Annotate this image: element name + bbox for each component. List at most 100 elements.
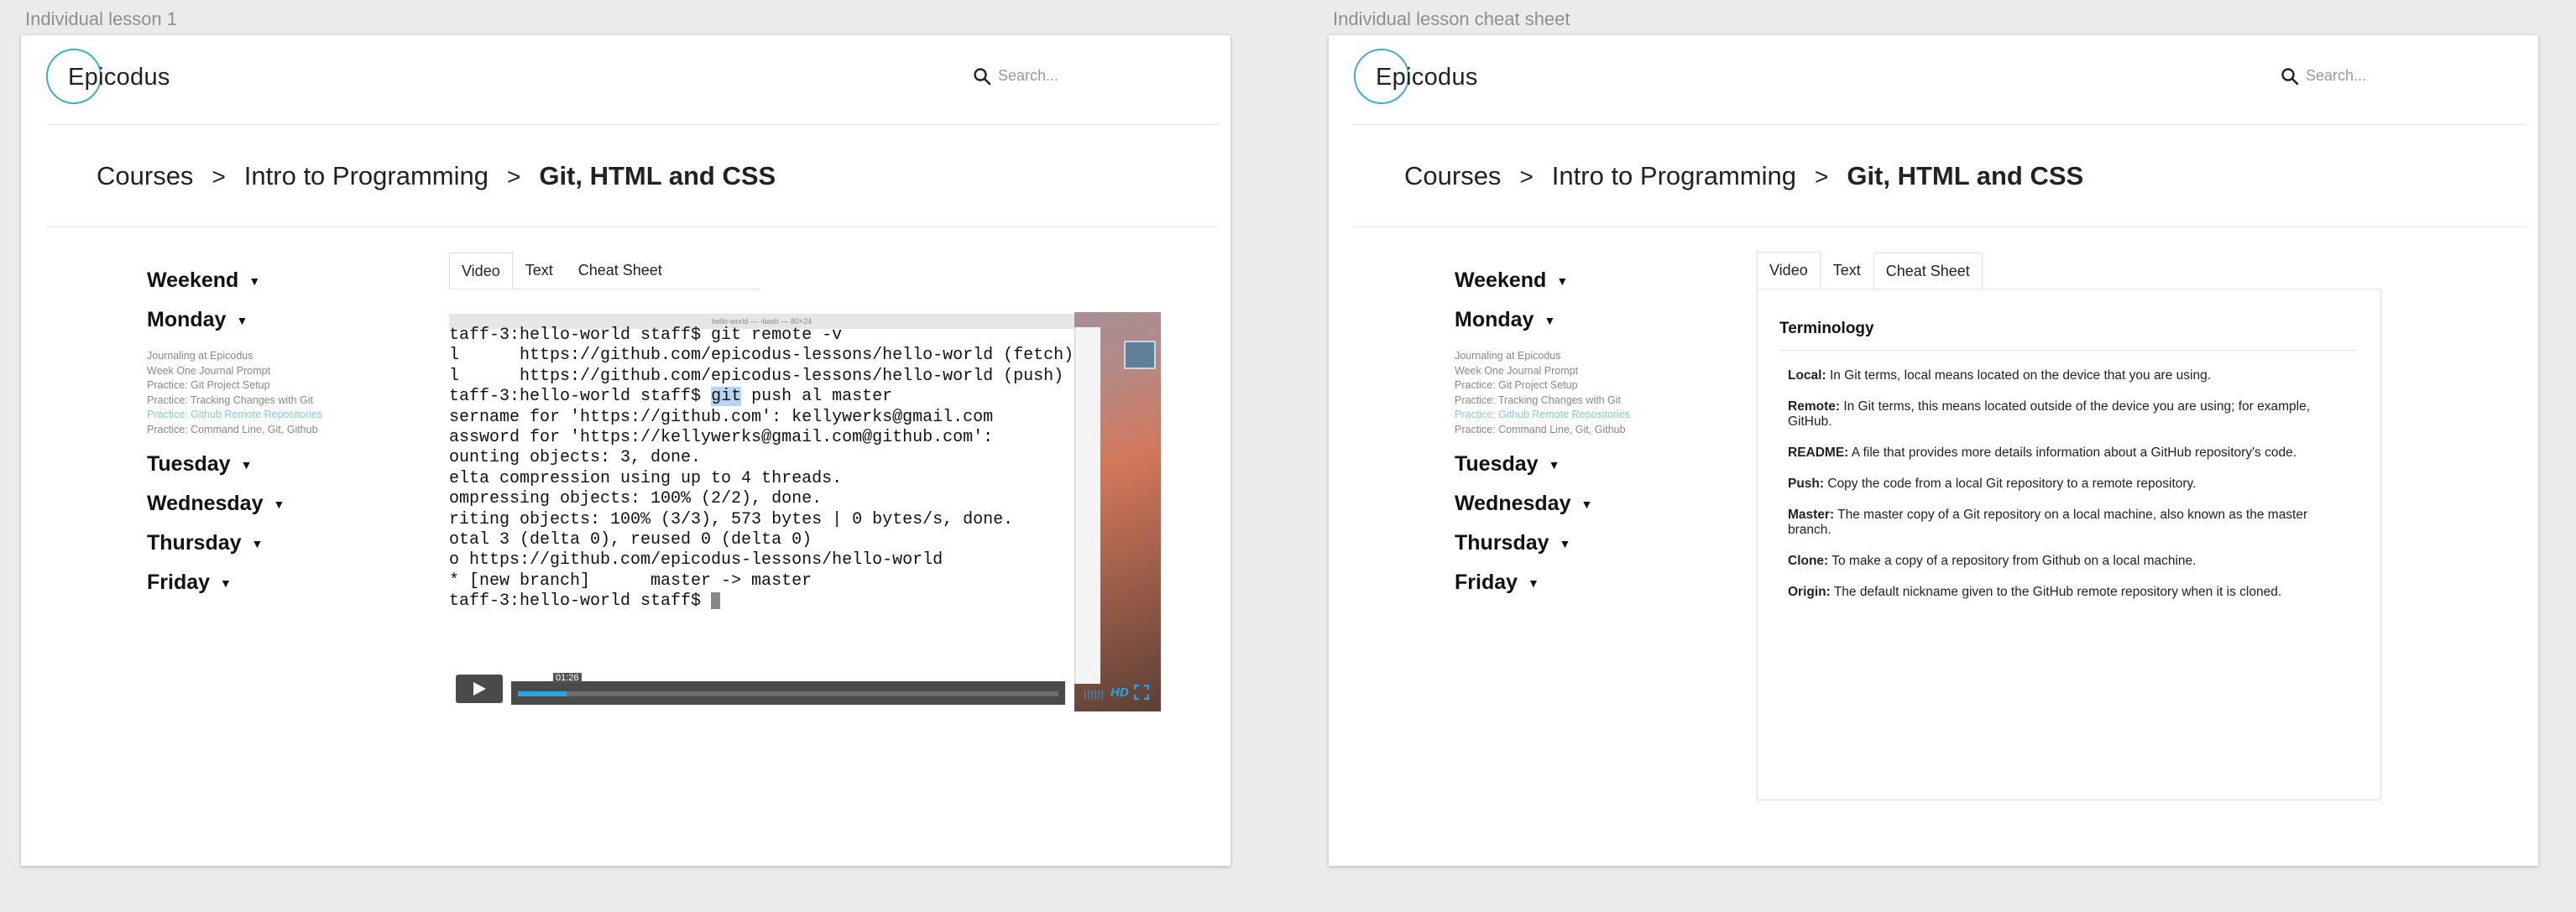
tab-video[interactable]: Video	[449, 253, 513, 289]
crumb-separator: >	[506, 164, 521, 190]
caret-down-icon: ▼	[273, 498, 285, 512]
lesson-link[interactable]: Journaling at Epicodus	[1455, 349, 1698, 364]
crumb-separator: >	[212, 164, 226, 190]
day-label: Friday	[1455, 571, 1518, 594]
crumb-courses[interactable]: Courses	[1404, 161, 1501, 190]
folder-icon	[1124, 341, 1156, 369]
day-label: Friday	[147, 571, 211, 594]
play-button[interactable]	[456, 675, 503, 703]
lesson-link-active[interactable]: Practice: Github Remote Repositories	[147, 408, 390, 423]
day-friday[interactable]: Friday ▼	[147, 565, 390, 605]
day-thursday[interactable]: Thursday ▼	[1455, 526, 1698, 565]
sidebar: Weekend ▼ Monday ▼ Journaling at Epicodus …	[147, 263, 390, 605]
tab-text[interactable]: Text	[512, 252, 566, 288]
sidebar: Weekend ▼ Monday ▼ Journaling at Epicodus …	[1455, 263, 1698, 605]
play-icon	[473, 682, 486, 696]
day-tuesday[interactable]: Tuesday ▼	[147, 447, 390, 487]
lesson-link[interactable]: Practice: Command Line, Git, Github	[1455, 423, 1698, 438]
breadcrumb: Courses > Intro to Programming > Git, HTML a…	[1404, 161, 2083, 191]
logo[interactable]: Epicodus	[68, 64, 170, 91]
caret-down-icon: ▼	[1559, 537, 1571, 551]
day-label: Monday	[1455, 308, 1534, 331]
crumb-separator: >	[1814, 164, 1829, 190]
day-label: Weekend	[147, 268, 239, 292]
tab-bar: Video Text Cheat Sheet	[449, 252, 675, 289]
crumb-intro[interactable]: Intro to Programming	[1552, 161, 1796, 190]
cheat-sheet-panel: Terminology Local: In Git terms, local m…	[1757, 289, 2381, 800]
term-remote: Remote: In Git terms, this means located…	[1788, 399, 2311, 429]
day-thursday[interactable]: Thursday ▼	[147, 526, 390, 565]
video-player[interactable]: hello-world — -bash — 80×24 taff-3:hello…	[449, 312, 1161, 711]
crumb-intro[interactable]: Intro to Programming	[244, 161, 489, 190]
lesson-list: Journaling at Epicodus Week One Journal …	[147, 349, 390, 437]
lesson-link[interactable]: Practice: Tracking Changes with Git	[1455, 393, 1698, 409]
caret-down-icon: ▼	[1548, 458, 1560, 472]
lesson-link-active[interactable]: Practice: Github Remote Repositories	[1455, 408, 1698, 423]
search-box[interactable]: Search...	[973, 64, 1191, 89]
divider	[1779, 350, 2357, 351]
fullscreen-icon[interactable]	[1134, 685, 1149, 700]
lesson-link[interactable]: Week One Journal Prompt	[1455, 364, 1698, 379]
lesson-link[interactable]: Practice: Tracking Changes with Git	[147, 393, 390, 409]
term-push: Push: Copy the code from a local Git rep…	[1788, 477, 2197, 491]
lesson-link[interactable]: Week One Journal Prompt	[147, 364, 390, 379]
search-icon	[974, 68, 991, 86]
lesson-link[interactable]: Practice: Git Project Setup	[147, 378, 390, 393]
lesson-frame-cheat-sheet: Epicodus Search... Courses > Intro to Prog…	[1329, 35, 2538, 866]
caret-down-icon: ▼	[1528, 576, 1539, 591]
day-label: Wednesday	[147, 492, 264, 515]
day-tuesday[interactable]: Tuesday ▼	[1455, 447, 1698, 487]
day-wednesday[interactable]: Wednesday ▼	[1455, 487, 1698, 526]
volume-control[interactable]: ||||||	[1084, 688, 1105, 700]
progress-bar[interactable]: 01:26	[511, 673, 1065, 705]
cheat-sheet-heading: Terminology	[1779, 320, 1874, 337]
tab-cheat-sheet[interactable]: Cheat Sheet	[1873, 253, 1983, 289]
tab-cheat-sheet[interactable]: Cheat Sheet	[565, 252, 675, 288]
lesson-link[interactable]: Practice: Command Line, Git, Github	[147, 423, 390, 438]
caret-down-icon: ▼	[240, 458, 253, 472]
tab-bar: Video Text Cheat Sheet	[1757, 252, 1983, 289]
progress-fill	[518, 691, 567, 696]
caret-down-icon: ▼	[1544, 314, 1556, 328]
term-origin: Origin: The default nickname given to th…	[1788, 585, 2282, 599]
tab-text[interactable]: Text	[1820, 252, 1873, 288]
term-clone: Clone: To make a copy of a repository fr…	[1788, 554, 2197, 568]
day-monday[interactable]: Monday ▼	[1455, 303, 1698, 342]
day-label: Tuesday	[147, 452, 231, 476]
frame-label: Individual lesson cheat sheet	[1333, 8, 1570, 29]
day-label: Thursday	[1455, 531, 1549, 555]
caret-down-icon: ▼	[220, 576, 232, 591]
crumb-courses[interactable]: Courses	[97, 161, 193, 190]
lesson-frame-video: Epicodus Search... Courses > Intro to Prog…	[21, 35, 1231, 866]
frame-label: Individual lesson 1	[25, 8, 178, 29]
crumb-current: Git, HTML and CSS	[1847, 161, 2084, 190]
caret-down-icon: ▼	[1556, 274, 1569, 289]
hd-toggle[interactable]: HD	[1110, 685, 1129, 700]
logo[interactable]: Epicodus	[1376, 64, 1478, 91]
divider	[1354, 124, 2526, 125]
day-weekend[interactable]: Weekend ▼	[147, 263, 390, 303]
term-master: Master: The master copy of a Git reposit…	[1788, 508, 2308, 537]
lesson-link[interactable]: Journaling at Epicodus	[147, 349, 390, 364]
search-box[interactable]: Search...	[2281, 64, 2499, 89]
crumb-separator: >	[1519, 164, 1534, 190]
terminal-scrollbar[interactable]	[1074, 327, 1100, 684]
crumb-current: Git, HTML and CSS	[539, 161, 776, 190]
lesson-link[interactable]: Practice: Git Project Setup	[1455, 378, 1698, 393]
tab-video[interactable]: Video	[1757, 252, 1821, 288]
lesson-list: Journaling at Epicodus Week One Journal …	[1455, 349, 1698, 437]
day-label: Weekend	[1455, 268, 1547, 292]
caret-down-icon: ▼	[236, 314, 248, 328]
search-input[interactable]: Search...	[998, 67, 1058, 85]
search-input[interactable]: Search...	[2306, 67, 2366, 85]
player-controls: 01:26 |||||| HD	[456, 673, 1152, 708]
day-weekend[interactable]: Weekend ▼	[1455, 263, 1698, 303]
breadcrumb: Courses > Intro to Programming > Git, HTML a…	[97, 161, 776, 191]
day-monday[interactable]: Monday ▼	[147, 303, 390, 342]
day-friday[interactable]: Friday ▼	[1455, 565, 1698, 605]
day-wednesday[interactable]: Wednesday ▼	[147, 487, 390, 526]
day-label: Thursday	[147, 531, 242, 555]
caret-down-icon: ▼	[1581, 498, 1593, 512]
term-readme: README: A file that provides more detail…	[1788, 446, 2297, 460]
day-label: Monday	[147, 308, 227, 331]
